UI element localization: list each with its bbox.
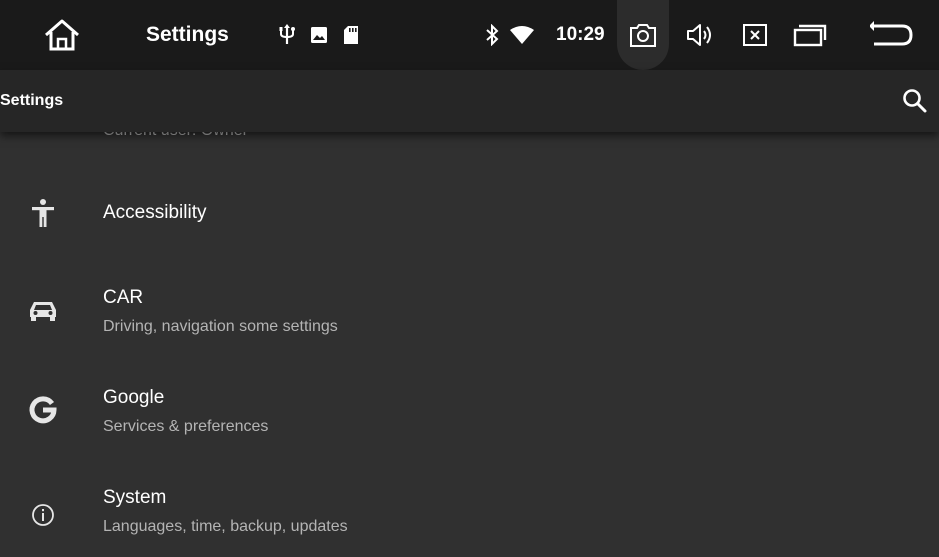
settings-item-system[interactable]: System Languages, time, backup, updates	[0, 472, 939, 554]
accessibility-icon	[28, 198, 58, 228]
sd-card-icon	[340, 0, 362, 70]
settings-item-title: System	[103, 487, 167, 508]
close-icon[interactable]	[740, 0, 770, 70]
settings-item-subtitle: Driving, navigation some settings	[103, 318, 338, 335]
settings-item-car[interactable]: CAR Driving, navigation some settings	[0, 272, 939, 354]
settings-item-subtitle: Services & preferences	[103, 418, 269, 435]
image-icon	[308, 0, 330, 70]
settings-item-title: CAR	[103, 287, 144, 308]
home-icon[interactable]	[40, 0, 84, 70]
info-icon	[28, 500, 58, 530]
car-icon	[28, 295, 58, 325]
google-icon	[28, 395, 58, 425]
status-bar-title: Settings	[146, 23, 229, 46]
settings-item-subtitle: Languages, time, backup, updates	[103, 518, 348, 535]
page-title: Settings	[0, 92, 64, 109]
bluetooth-icon	[482, 0, 502, 70]
usb-icon	[276, 0, 298, 70]
clipped-item-subtitle: Current user: Owner	[103, 132, 248, 140]
app-bar: Settings	[0, 70, 939, 132]
settings-item-accessibility[interactable]: Accessibility	[0, 172, 939, 254]
search-icon[interactable]	[900, 86, 930, 116]
volume-icon[interactable]	[684, 0, 716, 70]
wifi-icon	[508, 0, 536, 70]
recents-icon[interactable]	[792, 0, 828, 70]
back-icon[interactable]	[868, 0, 916, 70]
settings-item-title: Accessibility	[103, 202, 207, 223]
screenshot-icon[interactable]	[628, 0, 658, 70]
status-bar: Settings 10:29	[0, 0, 939, 70]
settings-list[interactable]: Current user: Owner Accessibility	[0, 132, 939, 557]
status-time: 10:29	[556, 24, 605, 45]
settings-item-title: Google	[103, 387, 165, 408]
settings-item-google[interactable]: Google Services & preferences	[0, 372, 939, 454]
